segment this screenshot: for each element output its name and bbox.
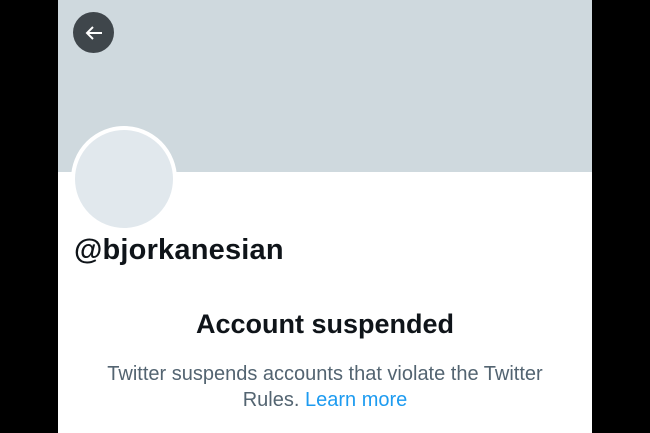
suspension-message-block: Twitter suspends accounts that violate t… (86, 361, 564, 413)
profile-handle: @bjorkanesian (74, 234, 284, 266)
suspension-title: Account suspended (195, 309, 455, 339)
back-button[interactable] (73, 12, 114, 53)
profile-page: @bjorkanesian Account suspended Twitter … (58, 0, 592, 433)
learn-more-link[interactable]: Learn more (305, 389, 407, 411)
avatar (71, 126, 177, 232)
arrow-left-icon (82, 21, 106, 45)
